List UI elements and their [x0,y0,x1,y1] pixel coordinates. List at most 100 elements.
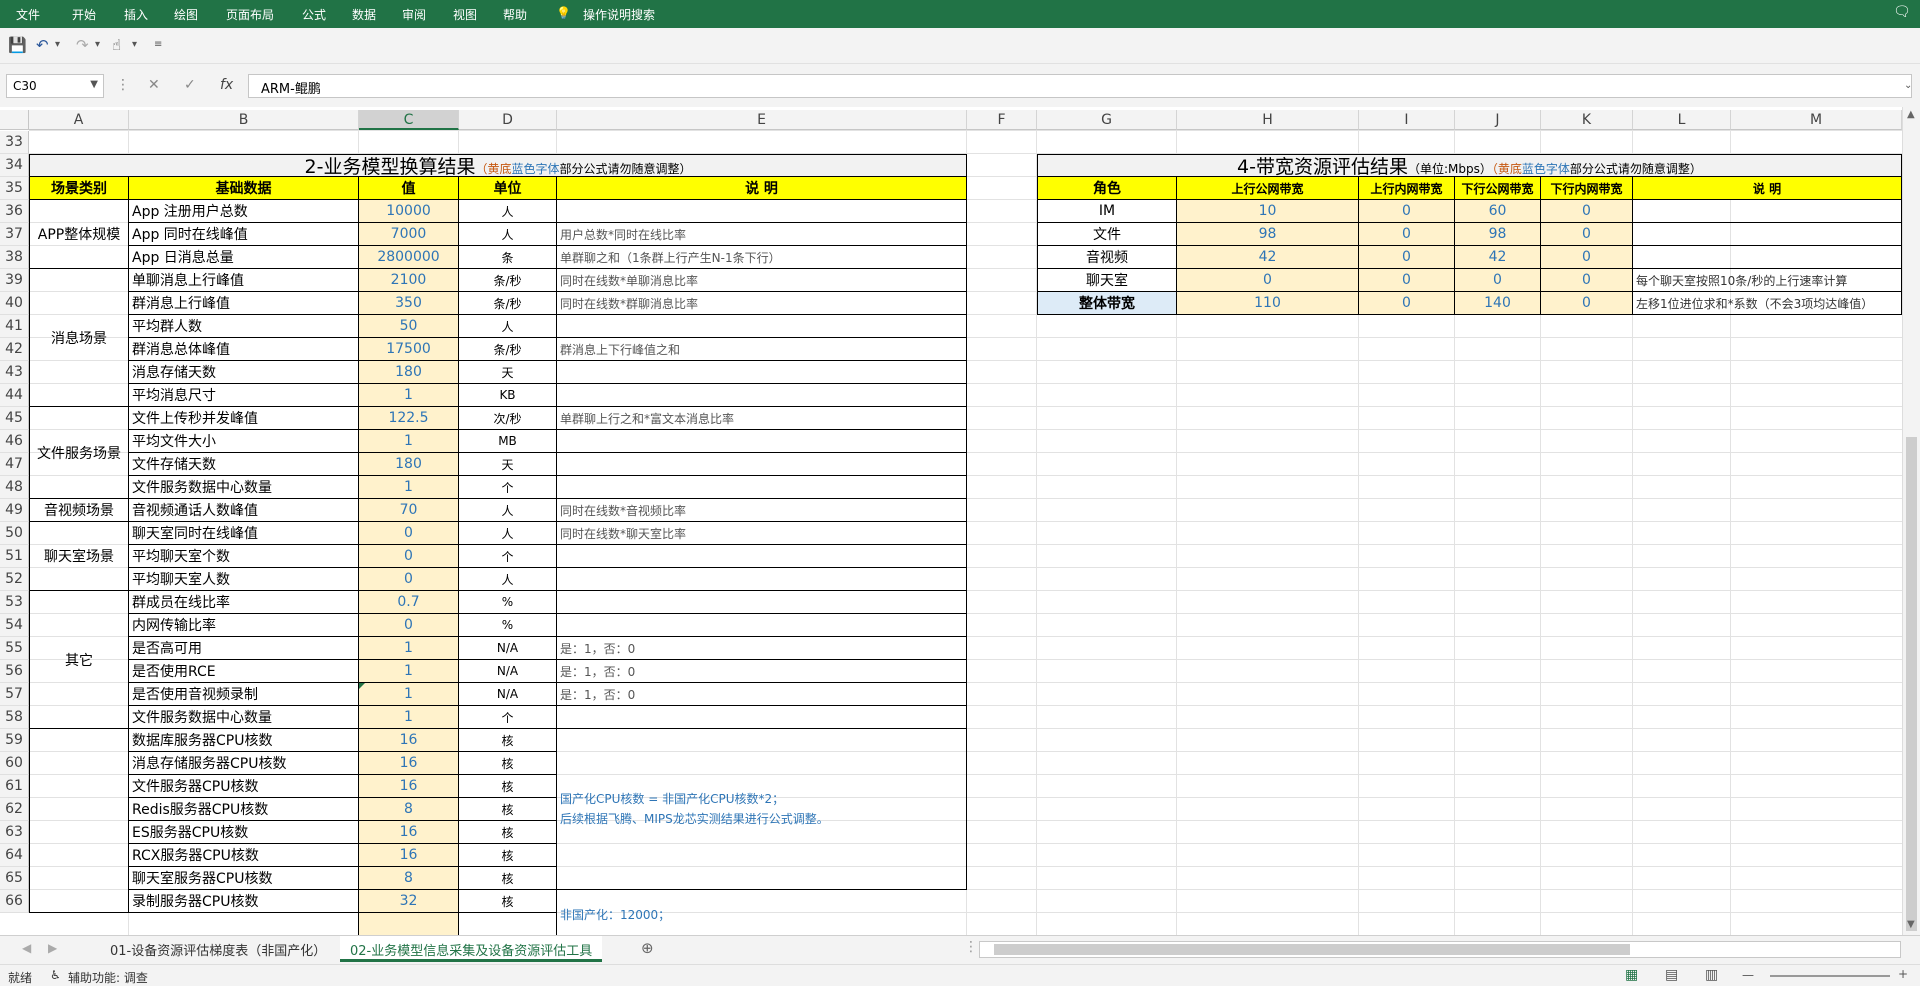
business-row-value[interactable]: 70 [359,499,459,522]
column-header-j[interactable]: J [1455,110,1541,130]
business-row-value[interactable]: 8 [359,798,459,821]
row-header-54[interactable]: 54 [0,614,29,637]
bandwidth-row-down-int[interactable]: 0 [1541,292,1633,315]
select-all-corner[interactable] [0,110,29,130]
tab-next-icon[interactable]: ▶ [48,941,57,955]
business-row-value[interactable]: 16 [359,821,459,844]
row-header-44[interactable]: 44 [0,384,29,407]
touch-dropdown-icon[interactable]: ▾ [132,39,137,50]
vertical-scroll-thumb[interactable] [1906,437,1917,931]
row-header-56[interactable]: 56 [0,660,29,683]
business-row-name[interactable]: 群消息总体峰值 [129,338,359,361]
bandwidth-row-down-int[interactable]: 0 [1541,246,1633,269]
touch-mode-icon[interactable]: ☝ [112,36,121,54]
row-header-50[interactable]: 50 [0,522,29,545]
business-row-name[interactable]: 群消息上行峰值 [129,292,359,315]
menu-view[interactable]: 视图 [453,6,477,23]
business-row-value[interactable]: 16 [359,752,459,775]
row-header-64[interactable]: 64 [0,844,29,867]
enter-icon[interactable]: ✓ [184,77,196,93]
business-row-name[interactable]: Redis服务器CPU核数 [129,798,359,821]
business-row-value[interactable]: 2100 [359,269,459,292]
business-row-name[interactable]: 平均聊天室个数 [129,545,359,568]
scroll-up-icon[interactable]: ▲ [1907,109,1915,120]
row-header-63[interactable]: 63 [0,821,29,844]
horizontal-scroll-thumb[interactable] [994,944,1630,955]
row-header-52[interactable]: 52 [0,568,29,591]
row-header-59[interactable]: 59 [0,729,29,752]
spreadsheet-grid[interactable]: A B C D E F G H I J K L M 33 34 35 36 37 38 39 40 41 42 43 44 45 4… [0,107,1902,935]
name-box[interactable]: C30 ▼ [6,74,104,98]
row-header-55[interactable]: 55 [0,637,29,660]
bandwidth-row-down-pub[interactable]: 60 [1455,200,1541,223]
business-row-value[interactable]: 16 [359,775,459,798]
business-row-value[interactable]: 50 [359,315,459,338]
business-row-name[interactable]: App 同时在线峰值 [129,223,359,246]
business-row-name[interactable]: App 日消息总量 [129,246,359,269]
menu-file[interactable]: 文件 [16,6,40,23]
column-header-i[interactable]: I [1359,110,1455,130]
business-row-name[interactable]: 是否使用RCE [129,660,359,683]
column-header-h[interactable]: H [1177,110,1359,130]
row-header-65[interactable]: 65 [0,867,29,890]
business-row-value[interactable]: 17500 [359,338,459,361]
business-row-value[interactable]: 1 [359,476,459,499]
menu-formulas[interactable]: 公式 [302,6,326,23]
business-row-name[interactable]: 平均群人数 [129,315,359,338]
business-row-name[interactable]: 平均文件大小 [129,430,359,453]
business-row-value[interactable]: 1 [359,637,459,660]
insert-function-icon[interactable]: fx [220,77,233,93]
tab-prev-icon[interactable]: ◀ [22,941,31,955]
business-row-name[interactable]: 文件存储天数 [129,453,359,476]
add-sheet-icon[interactable]: ⊕ [641,939,654,957]
business-row-name[interactable]: 录制服务器CPU核数 [129,890,359,913]
menu-insert[interactable]: 插入 [124,6,148,23]
business-row-value[interactable]: 122.5 [359,407,459,430]
business-row-name[interactable]: 群成员在线比率 [129,591,359,614]
expand-formula-icon[interactable]: ⌄ [1904,80,1912,91]
row-header-61[interactable]: 61 [0,775,29,798]
business-row-value[interactable]: 1 [359,660,459,683]
business-row-name[interactable]: 消息存储服务器CPU核数 [129,752,359,775]
row-header-53[interactable]: 53 [0,591,29,614]
sheet-tab-02[interactable]: 02-业务模型信息采集及设备资源评估工具 [340,936,603,962]
bandwidth-row-up-int[interactable]: 0 [1359,223,1455,246]
business-row-value[interactable]: 0.7 [359,591,459,614]
business-row-value[interactable]: 0 [359,568,459,591]
row-header-58[interactable]: 58 [0,706,29,729]
row-header-51[interactable]: 51 [0,545,29,568]
business-row-value[interactable]: 16 [359,844,459,867]
formula-input[interactable]: ARM-鲲鹏 [248,74,1912,98]
business-row-name[interactable]: 聊天室同时在线峰值 [129,522,359,545]
bandwidth-row-up-pub[interactable]: 0 [1177,269,1359,292]
row-header-57[interactable]: 57 [0,683,29,706]
menu-data[interactable]: 数据 [352,6,376,23]
row-header-33[interactable]: 33 [0,131,29,154]
row-header-34[interactable]: 34 [0,154,29,177]
bandwidth-row-down-int[interactable]: 0 [1541,200,1633,223]
row-header-35[interactable]: 35 [0,177,29,200]
business-row-name[interactable]: 是否高可用 [129,637,359,660]
bandwidth-row-down-int[interactable]: 0 [1541,223,1633,246]
vertical-scrollbar[interactable]: ▲ ▼ [1902,107,1920,935]
column-header-m[interactable]: M [1731,110,1902,130]
bandwidth-row-up-pub[interactable]: 10 [1177,200,1359,223]
menu-review[interactable]: 审阅 [402,6,426,23]
bandwidth-row-up-int[interactable]: 0 [1359,269,1455,292]
business-row-value[interactable]: 1 [359,683,459,706]
business-row-name[interactable]: 数据库服务器CPU核数 [129,729,359,752]
column-header-e[interactable]: E [557,110,967,130]
bandwidth-row-down-pub[interactable]: 98 [1455,223,1541,246]
row-header-62[interactable]: 62 [0,798,29,821]
bandwidth-row-up-int[interactable]: 0 [1359,246,1455,269]
business-row-value[interactable]: 1 [359,384,459,407]
row-header-47[interactable]: 47 [0,453,29,476]
business-row-name[interactable]: 文件服务器CPU核数 [129,775,359,798]
business-row-name[interactable]: 是否使用音视频录制 [129,683,359,706]
business-row-value[interactable]: 1 [359,430,459,453]
undo-dropdown-icon[interactable]: ▾ [55,39,60,50]
page-break-view-icon[interactable]: ▥ [1705,967,1718,983]
zoom-out-icon[interactable]: — [1742,968,1754,982]
business-row-value[interactable]: 2800000 [359,246,459,269]
row-header-60[interactable]: 60 [0,752,29,775]
